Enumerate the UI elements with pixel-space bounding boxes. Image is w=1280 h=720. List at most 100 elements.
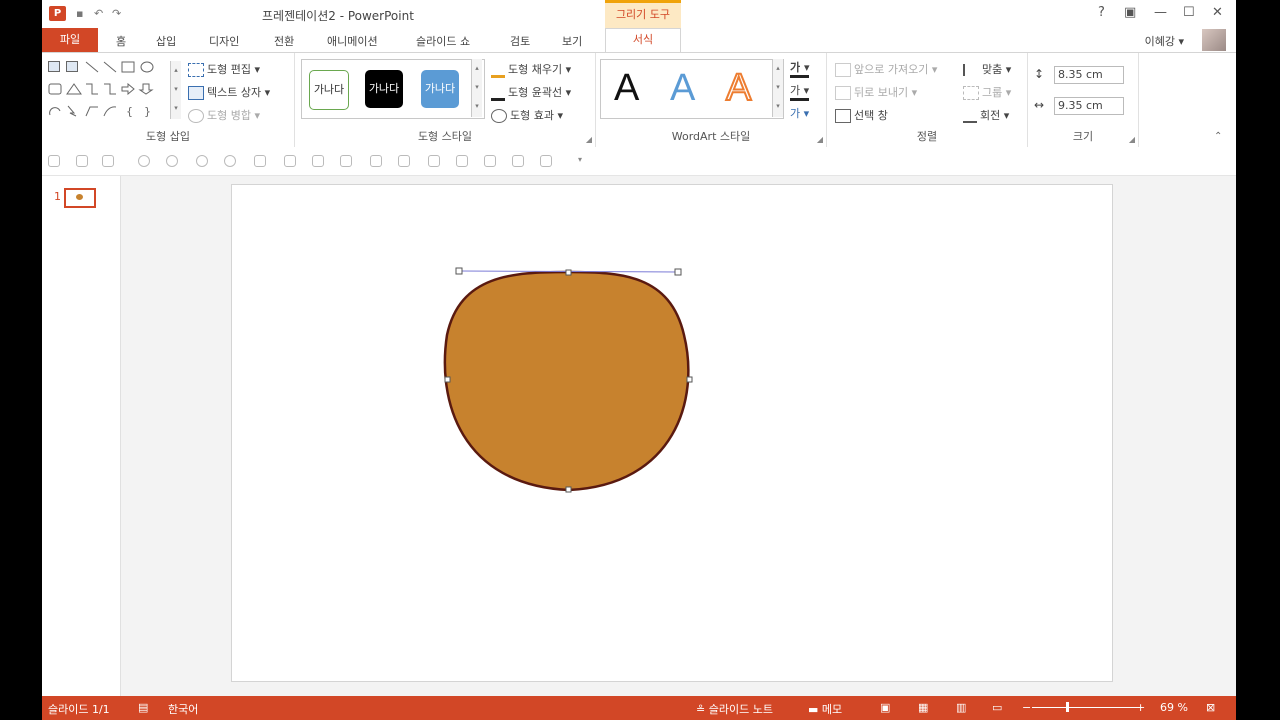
vertical-textbox-shape-icon[interactable] — [66, 61, 78, 72]
tool-icon[interactable] — [254, 155, 266, 167]
redo-icon[interactable]: ↷ — [112, 7, 121, 20]
user-account[interactable]: 이혜강 ▾ — [1145, 33, 1184, 49]
dialog-launcher-icon[interactable]: ◢ — [586, 135, 592, 144]
zoom-in-icon[interactable]: + — [1136, 701, 1145, 714]
tab-insert[interactable]: 삽입 — [156, 33, 176, 49]
vertex-point[interactable] — [686, 376, 693, 383]
fit-slide-icon[interactable]: ⊠ — [1206, 701, 1215, 714]
tab-view[interactable]: 보기 — [562, 33, 582, 49]
bezier-handle-left[interactable] — [455, 267, 463, 275]
tab-design[interactable]: 디자인 — [209, 33, 239, 49]
shape-height-field[interactable]: 8.35 cm — [1054, 66, 1124, 84]
save-icon[interactable]: ▪ — [76, 7, 83, 20]
zoom-level[interactable]: 69 % — [1160, 701, 1188, 714]
notes-button[interactable]: ≗ 슬라이드 노트 — [696, 701, 773, 717]
text-effects-icon[interactable]: 가 ▾ — [790, 105, 809, 121]
maximize-button[interactable]: ☐ — [1183, 5, 1195, 20]
tool-icon[interactable] — [428, 155, 440, 167]
slideshow-icon[interactable]: ▭ — [992, 701, 1002, 714]
wordart-sample[interactable]: A — [725, 66, 752, 110]
shape-style-sample[interactable]: 가나다 — [365, 70, 403, 108]
align-button[interactable]: 맞춤 ▾ — [963, 61, 1011, 77]
ribbon-display-options-button[interactable]: ▣ — [1124, 5, 1136, 20]
customize-dropdown-icon[interactable]: ▾ — [578, 155, 582, 164]
send-backward-button[interactable]: 뒤로 보내기 ▾ — [835, 84, 917, 100]
zoom-out-icon[interactable]: − — [1022, 701, 1031, 714]
tool-icon[interactable] — [48, 155, 60, 167]
tab-format[interactable]: 서식 — [605, 28, 681, 53]
text-fill-icon[interactable]: 가 ▾ — [790, 59, 810, 78]
tab-transitions[interactable]: 전환 — [274, 33, 294, 49]
shape-gallery[interactable]: { } — [48, 61, 174, 119]
shape-fill-button[interactable]: 도형 채우기 ▾ — [491, 61, 571, 78]
zoom-slider[interactable] — [1032, 707, 1142, 708]
language[interactable]: 한국어 — [168, 701, 198, 717]
dialog-launcher-icon[interactable]: ◢ — [1129, 135, 1135, 144]
bring-forward-button[interactable]: 앞으로 가져오기 ▾ — [835, 61, 937, 77]
text-box-button[interactable]: 텍스트 상자 ▾ — [188, 84, 270, 100]
shape-effects-button[interactable]: 도형 효과 ▾ — [491, 107, 563, 123]
bezier-handle-right[interactable] — [674, 268, 682, 276]
tool-icon[interactable] — [284, 155, 296, 167]
close-button[interactable]: ✕ — [1212, 5, 1223, 20]
shape-outline-button[interactable]: 도형 윤곽선 ▾ — [491, 84, 571, 101]
tool-icon[interactable] — [102, 155, 114, 167]
undo-icon[interactable]: ↶ — [94, 7, 103, 20]
vertex-point[interactable] — [565, 486, 572, 493]
wordart-gallery-scroll[interactable]: ▴ ▾ ▾ — [772, 59, 783, 117]
tab-slideshow[interactable]: 슬라이드 쇼 — [416, 33, 470, 49]
tool-icon[interactable] — [484, 155, 496, 167]
slide[interactable] — [231, 184, 1113, 682]
slide-thumbnail[interactable] — [64, 188, 96, 208]
rotate-button[interactable]: 회전 ▾ — [963, 107, 1009, 123]
shape-height-icon: ↕ — [1034, 67, 1045, 81]
comments-button[interactable]: ▬ 메모 — [808, 701, 842, 717]
selection-pane-button[interactable]: 선택 창 — [835, 107, 888, 123]
tool-icon[interactable] — [370, 155, 382, 167]
tool-icon[interactable] — [340, 155, 352, 167]
tool-icon[interactable] — [398, 155, 410, 167]
wordart-sample[interactable]: A — [670, 67, 695, 110]
slide-sorter-icon[interactable]: ▦ — [918, 701, 928, 714]
tool-icon[interactable] — [224, 155, 236, 167]
shape-width-field[interactable]: 9.35 cm — [1054, 97, 1124, 115]
minimize-button[interactable]: — — [1154, 5, 1167, 20]
dialog-launcher-icon[interactable]: ◢ — [817, 135, 823, 144]
tool-icon[interactable] — [312, 155, 324, 167]
text-outline-icon[interactable]: 가 ▾ — [790, 82, 810, 101]
spellcheck-icon[interactable]: ▤ — [138, 701, 148, 714]
collapse-ribbon-icon[interactable]: ⌃ — [1214, 131, 1222, 142]
shape-gallery-scroll[interactable]: ▴ ▾ ▾ — [170, 61, 181, 119]
help-button[interactable]: ? — [1098, 5, 1105, 20]
tab-animations[interactable]: 애니메이션 — [327, 33, 378, 49]
shape-style-sample[interactable]: 가나다 — [421, 70, 459, 108]
edit-shape-button[interactable]: 도형 편집 ▾ — [188, 61, 260, 77]
avatar[interactable] — [1202, 29, 1226, 51]
shape-style-gallery-scroll[interactable]: ▴ ▾ ▾ — [471, 59, 482, 117]
tool-icon[interactable] — [540, 155, 552, 167]
textbox-shape-icon[interactable] — [48, 61, 60, 72]
normal-view-icon[interactable]: ▣ — [880, 701, 890, 714]
zoom-slider-thumb[interactable] — [1066, 702, 1069, 712]
tool-icon[interactable] — [456, 155, 468, 167]
tool-icon[interactable] — [196, 155, 208, 167]
tool-icon[interactable] — [512, 155, 524, 167]
vertex-point[interactable] — [444, 376, 451, 383]
comment-icon: ▬ — [808, 703, 822, 716]
tool-icon[interactable] — [166, 155, 178, 167]
basic-shapes-icon[interactable] — [48, 83, 174, 95]
group-button[interactable]: 그룹 ▾ — [963, 84, 1011, 100]
shape-style-sample[interactable]: 가나다 — [309, 70, 349, 110]
tool-icon[interactable] — [138, 155, 150, 167]
tool-icon[interactable] — [76, 155, 88, 167]
misc-shapes-icon[interactable]: { } — [48, 105, 174, 117]
tab-review[interactable]: 검토 — [510, 33, 530, 49]
wordart-sample[interactable]: A — [614, 67, 639, 110]
tab-home[interactable]: 홈 — [116, 33, 126, 49]
merge-shapes-button[interactable]: 도형 병합 ▾ — [188, 107, 260, 123]
line-shapes-icon[interactable] — [84, 61, 174, 73]
tab-file[interactable]: 파일 — [42, 28, 98, 52]
reading-view-icon[interactable]: ▥ — [956, 701, 966, 714]
vertex-point[interactable] — [565, 269, 572, 276]
freeform-shape[interactable] — [443, 270, 690, 492]
